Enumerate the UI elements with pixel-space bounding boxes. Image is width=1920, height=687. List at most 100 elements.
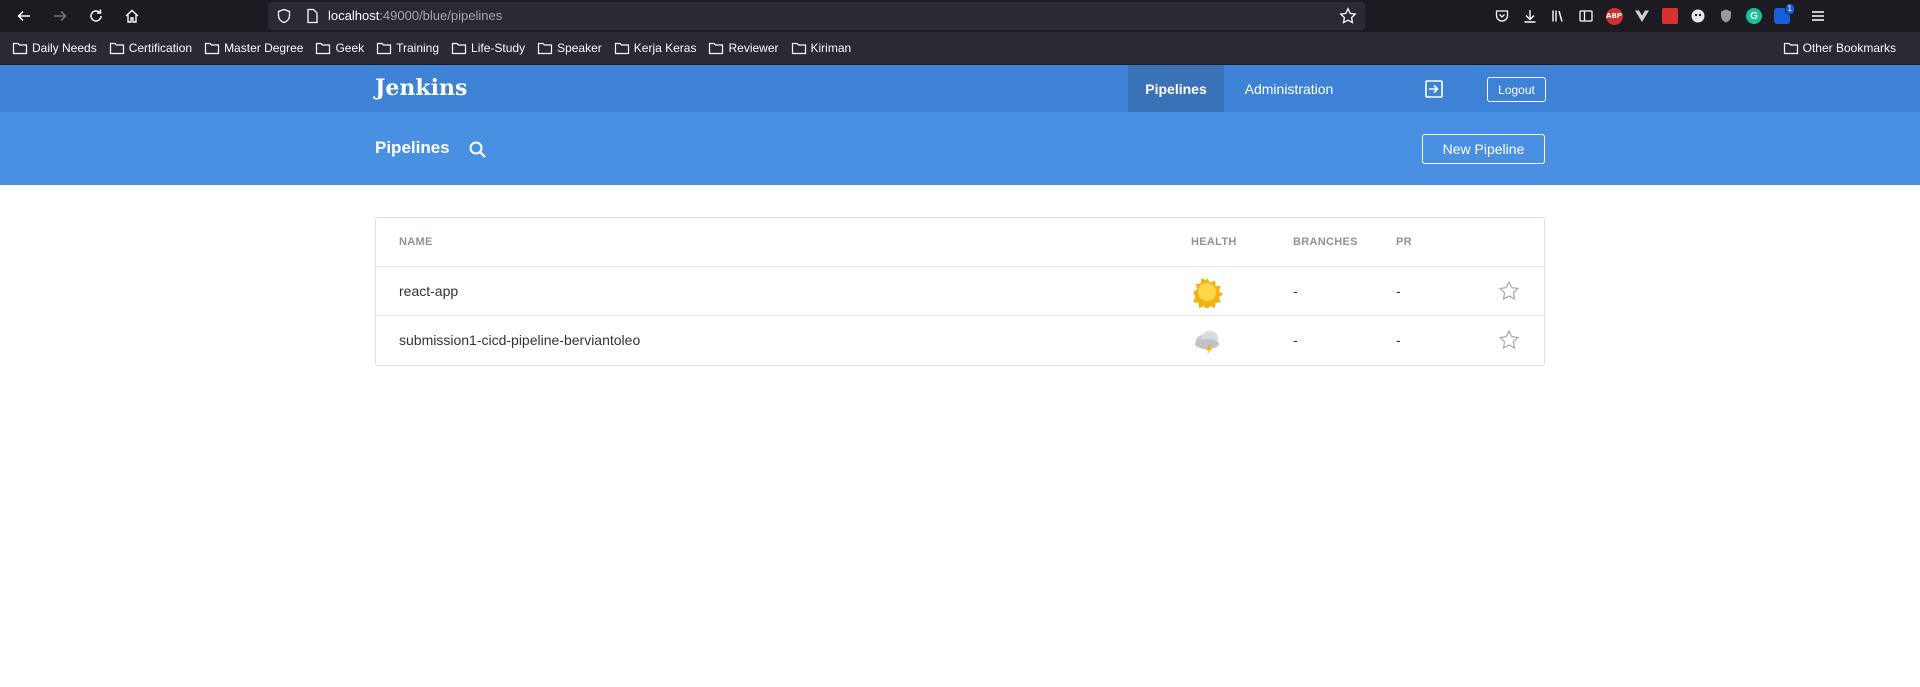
bookmark-folder[interactable]: Kerja Keras	[614, 36, 697, 60]
table-row[interactable]: submission1-cicd-pipeline-berviantoleo -…	[376, 316, 1544, 365]
bookmark-folder[interactable]: Master Degree	[204, 36, 303, 60]
home-button[interactable]	[114, 0, 150, 32]
arrow-right-icon	[54, 10, 67, 22]
column-header-branches[interactable]: BRANCHES	[1293, 236, 1358, 248]
folder-icon	[791, 42, 806, 55]
folder-icon	[614, 42, 629, 55]
folder-icon	[537, 42, 553, 55]
stormy-weather-icon	[1195, 331, 1219, 355]
folder-icon	[12, 42, 28, 55]
bookmark-label: Master Degree	[224, 41, 304, 55]
bookmark-label: Training	[396, 41, 440, 55]
column-header-name[interactable]: NAME	[399, 236, 433, 248]
vue-icon	[1635, 10, 1649, 22]
bookmark-label: Daily Needs	[32, 41, 97, 55]
bookmark-folder[interactable]: Life-Study	[451, 36, 525, 60]
sidebar-icon	[1579, 10, 1593, 22]
shield-ext-icon	[1721, 9, 1731, 23]
tab-pipelines[interactable]: Pipelines	[1128, 65, 1224, 112]
logout-button[interactable]: Logout	[1487, 77, 1546, 102]
bookmark-label: Life-Study	[471, 41, 526, 55]
reload-button[interactable]	[78, 0, 114, 32]
downloads-button[interactable]	[1516, 0, 1544, 32]
bookmark-label: Kerja Keras	[633, 41, 697, 55]
bookmark-label: Geek	[335, 41, 365, 55]
folder-icon	[204, 42, 220, 55]
jenkins-logo[interactable]: Jenkins	[375, 75, 467, 101]
reload-icon	[90, 9, 102, 22]
bookmarks-bar: Daily Needs Certification Master Degree …	[0, 32, 1920, 65]
ghost-icon	[1691, 9, 1705, 23]
bookmark-folder[interactable]: Daily Needs	[12, 36, 97, 60]
library-button[interactable]	[1544, 0, 1572, 32]
home-icon	[125, 9, 139, 23]
grammarly-icon: G	[1746, 8, 1762, 24]
folder-icon	[709, 42, 724, 55]
pipeline-name[interactable]: react-app	[399, 283, 458, 299]
pocket-button[interactable]	[1488, 0, 1516, 32]
shield-extension[interactable]	[1712, 0, 1740, 32]
url-text[interactable]: localhost:49000/blue/pipelines	[328, 8, 502, 23]
red-extension[interactable]	[1656, 0, 1684, 32]
url-bar[interactable]: localhost:49000/blue/pipelines	[268, 2, 1365, 30]
hamburger-menu-icon	[1812, 11, 1824, 21]
extension-toolbar: ABP G 1	[1488, 0, 1832, 32]
page-icon[interactable]	[304, 8, 320, 24]
ghost-extension[interactable]	[1684, 0, 1712, 32]
adblock-icon: ABP	[1605, 7, 1623, 25]
other-bookmarks-folder[interactable]: Other Bookmarks	[1783, 36, 1896, 60]
column-header-health[interactable]: HEALTH	[1191, 236, 1237, 248]
favorite-star-icon[interactable]	[1498, 280, 1520, 302]
url-host: localhost	[328, 8, 380, 23]
jenkins-header: Jenkins Pipelines Administration Logout	[0, 65, 1920, 112]
branches-value: -	[1293, 283, 1298, 299]
menu-button[interactable]	[1804, 0, 1832, 32]
bookmark-folder[interactable]: Training	[376, 36, 439, 60]
download-icon	[1524, 10, 1536, 23]
library-icon	[1552, 10, 1563, 22]
bitwarden-extension[interactable]: 1	[1768, 0, 1796, 32]
red-extension-icon	[1662, 8, 1678, 24]
bookmark-label: Kiriman	[810, 41, 852, 55]
pocket-icon	[1495, 10, 1509, 22]
exit-classic-icon[interactable]	[1424, 79, 1444, 99]
bookmark-star-icon[interactable]	[1339, 7, 1357, 25]
url-path: :49000/blue/pipelines	[379, 8, 503, 23]
pr-value: -	[1396, 332, 1401, 348]
bookmark-label: Reviewer	[728, 41, 779, 55]
table-row[interactable]: react-app - -	[376, 267, 1544, 316]
back-button[interactable]	[6, 0, 42, 32]
bookmark-label: Certification	[128, 41, 193, 55]
search-icon[interactable]	[468, 140, 488, 160]
forward-button[interactable]	[42, 0, 78, 32]
pr-value: -	[1396, 283, 1401, 299]
sidebar-button[interactable]	[1572, 0, 1600, 32]
bookmark-folder[interactable]: Kiriman	[791, 36, 852, 60]
folder-icon	[316, 42, 331, 55]
browser-toolbar: localhost:49000/blue/pipelines ABP G 1	[0, 0, 1920, 32]
vue-devtools-extension[interactable]	[1628, 0, 1656, 32]
bookmark-folder[interactable]: Certification	[109, 36, 192, 60]
bitwarden-icon: 1	[1774, 3, 1795, 24]
bookmark-label: Speaker	[557, 41, 602, 55]
column-header-pr[interactable]: PR	[1396, 236, 1412, 248]
favorite-star-icon[interactable]	[1498, 329, 1520, 351]
tab-administration[interactable]: Administration	[1234, 65, 1344, 112]
pipeline-name[interactable]: submission1-cicd-pipeline-berviantoleo	[399, 332, 640, 348]
folder-icon	[1783, 42, 1798, 55]
folder-icon	[109, 42, 124, 55]
adblock-extension[interactable]: ABP	[1600, 0, 1628, 32]
bookmark-folder[interactable]: Reviewer	[708, 36, 779, 60]
bookmark-folder[interactable]: Geek	[315, 36, 364, 60]
bookmark-folder[interactable]: Speaker	[537, 36, 602, 60]
page-title: Pipelines	[375, 138, 450, 157]
page-header: Pipelines New Pipeline	[0, 112, 1920, 185]
arrow-left-icon	[17, 10, 30, 22]
folder-icon	[377, 42, 392, 55]
grammarly-extension[interactable]: G	[1740, 0, 1768, 32]
shield-icon[interactable]	[276, 8, 292, 24]
pipelines-table: NAME HEALTH BRANCHES PR react-app - - su…	[375, 217, 1545, 366]
new-pipeline-button[interactable]: New Pipeline	[1422, 134, 1545, 164]
sunny-weather-icon	[1193, 278, 1223, 308]
table-header: NAME HEALTH BRANCHES PR	[376, 218, 1544, 267]
